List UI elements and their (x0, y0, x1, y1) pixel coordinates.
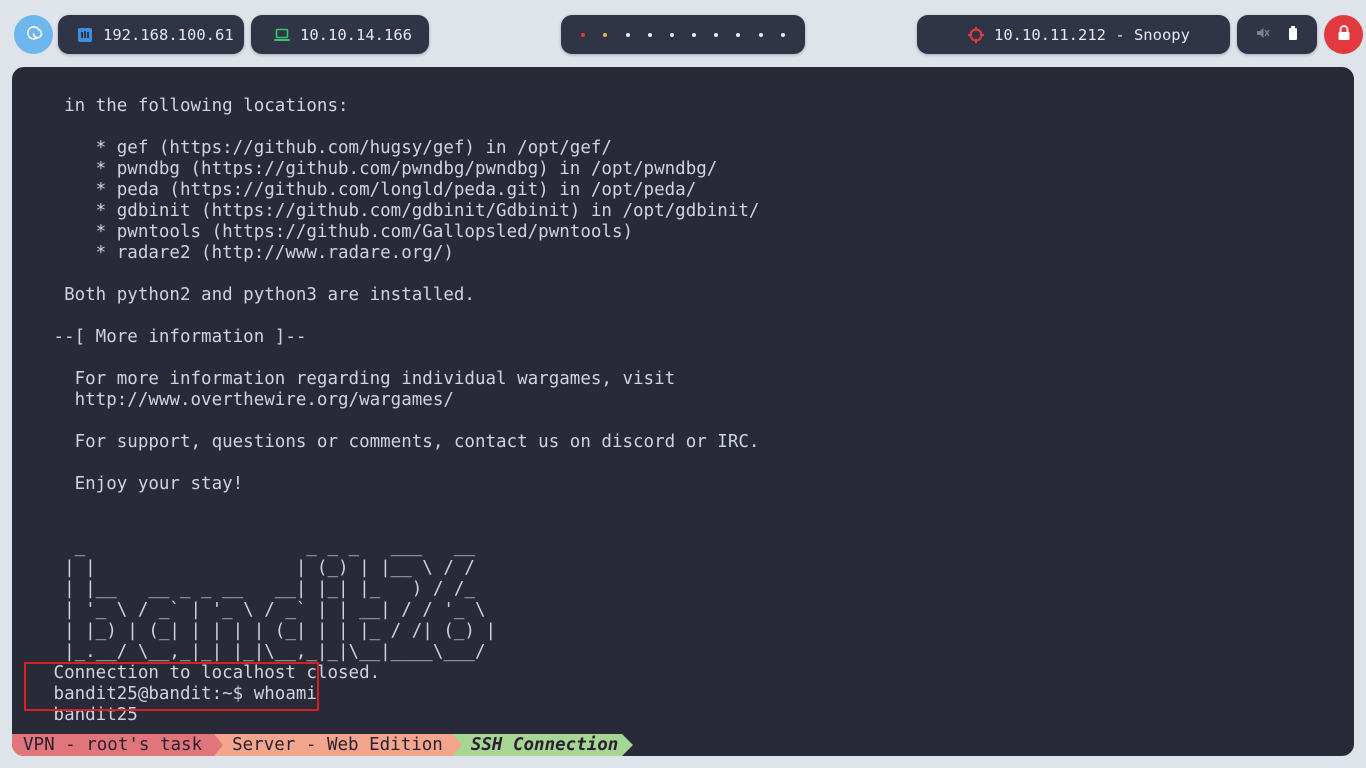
terminal-output: in the following locations: * gef (https… (43, 96, 1333, 726)
workspace-dot[interactable] (603, 32, 608, 37)
terminal-line: * pwntools (https://github.com/Gallopsle… (43, 222, 634, 242)
terminal-line: * gdbinit (https://github.com/gdbinit/Gd… (43, 201, 760, 221)
segment-separator (452, 734, 462, 756)
segment-separator (214, 734, 224, 756)
lock-button[interactable] (1324, 15, 1363, 54)
terminal-line: For more information regarding individua… (43, 369, 676, 389)
workspace-switcher[interactable] (561, 15, 805, 54)
workspace-dot[interactable] (736, 32, 741, 37)
terminal-line: | |__ __ _ _ __ __| |_| |_ ) / /_ (43, 579, 475, 599)
workspace-dots (561, 32, 805, 37)
status-segment-vpn: VPN - root's task (12, 734, 215, 756)
terminal-line: | |_) | (_| | | | | (_| | | |_ / /| (_) … (43, 621, 497, 641)
status-vpn-label: VPN - root's task (23, 735, 203, 755)
target-widget[interactable]: 10.10.11.212 - Snoopy (917, 15, 1230, 54)
crosshair-icon (968, 26, 984, 43)
launcher-button[interactable] (14, 15, 53, 54)
terminal-line: in the following locations: (43, 96, 349, 116)
workspace-dot[interactable] (581, 32, 586, 37)
target-label: 10.10.11.212 - Snoopy (994, 25, 1190, 44)
terminal-line: * gef (https://github.com/hugsy/gef) in … (43, 138, 612, 158)
terminal-line: * pwndbg (https://github.com/pwndbg/pwnd… (43, 159, 718, 179)
status-ssh-label: SSH Connection (470, 735, 619, 755)
battery-icon[interactable] (1288, 25, 1298, 44)
segment-separator-end (622, 734, 634, 756)
workspace-dot[interactable] (692, 32, 697, 37)
lock-icon (1337, 24, 1351, 45)
status-server-label: Server - Web Edition (232, 735, 443, 755)
terminal-line: | '_ \ / _` | '_ \ / _` | | __| / / '_ \ (43, 600, 486, 620)
terminal-line: Both python2 and python3 are installed. (43, 285, 475, 305)
workspace-dot[interactable] (647, 32, 652, 37)
terminal-line: _ _ _ _ ___ __ (43, 537, 475, 557)
terminal-line: |_.__/ \__,_|_| |_|\__,_|_|\__|____\___/ (43, 642, 486, 662)
status-segment-ssh: SSH Connection (461, 734, 623, 756)
laptop-icon (274, 28, 290, 42)
terminal-line: For support, questions or comments, cont… (43, 432, 760, 452)
status-segment-server: Server - Web Edition (223, 734, 453, 756)
terminal-line: * radare2 (http://www.radare.org/) (43, 243, 454, 263)
terminal-line: http://www.overthewire.org/wargames/ (43, 390, 454, 410)
command-highlight-box (24, 662, 319, 711)
workspace-dot[interactable] (758, 32, 763, 37)
terminal-line: | | | (_) | |__ \ / / (43, 558, 475, 578)
local-ip-label: 192.168.100.61 (103, 25, 234, 44)
status-line: VPN - root's task Server - Web Edition S… (12, 734, 634, 756)
workspace-dot[interactable] (780, 32, 785, 37)
workspace-dot[interactable] (714, 32, 719, 37)
vpn-ip-widget[interactable]: 10.10.14.166 (251, 15, 429, 54)
terminal-line: --[ More information ]-- (43, 327, 307, 347)
local-ip-widget[interactable]: 192.168.100.61 (58, 15, 244, 54)
terminal-line: * peda (https://github.com/longld/peda.g… (43, 180, 697, 200)
workspace-dot[interactable] (669, 32, 674, 37)
system-tray[interactable] (1237, 15, 1317, 54)
terminal-window[interactable]: in the following locations: * gef (https… (12, 67, 1354, 756)
network-icon (77, 27, 93, 43)
vpn-ip-label: 10.10.14.166 (300, 25, 412, 44)
debian-swirl-icon (23, 22, 45, 48)
workspace-dot[interactable] (625, 32, 630, 37)
speaker-muted-icon[interactable] (1256, 26, 1270, 44)
terminal-line: Enjoy your stay! (43, 474, 244, 494)
top-bar: 192.168.100.61 10.10.14.166 10.10.11.212… (0, 0, 1366, 68)
